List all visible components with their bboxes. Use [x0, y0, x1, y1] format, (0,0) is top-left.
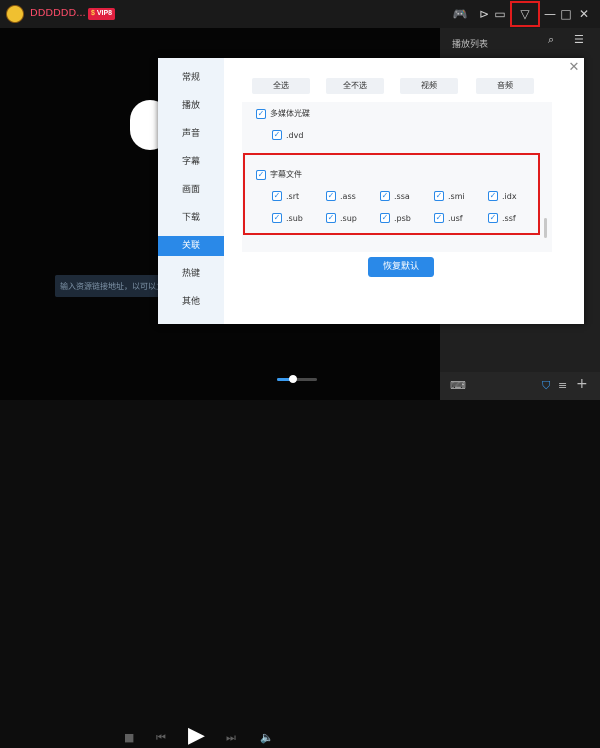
restore-defaults-button[interactable]: 恢复默认 — [368, 257, 434, 277]
sort-icon[interactable]: ≡ — [558, 379, 567, 392]
next-icon[interactable]: ⏭ — [226, 731, 236, 745]
close-icon[interactable]: ✕ — [574, 4, 594, 24]
volume-icon[interactable]: 🔈 — [260, 731, 274, 744]
gamepad-small-icon[interactable]: ⌨ — [450, 379, 466, 392]
sidebar-item-download[interactable]: 下载 — [158, 208, 224, 228]
audio-filter-button[interactable]: 音频 — [476, 78, 534, 94]
previous-icon[interactable]: ⏮ — [156, 731, 166, 745]
sidebar-item-hotkeys[interactable]: 热键 — [158, 264, 224, 284]
sidebar-item-subtitle[interactable]: 字幕 — [158, 152, 224, 172]
sidebar-item-general[interactable]: 常规 — [158, 68, 224, 88]
vip-label: VIP8 — [96, 10, 113, 17]
media-disc-checkbox[interactable]: ✓ — [256, 108, 266, 119]
dropdown-icon[interactable]: ▽ — [515, 4, 535, 24]
list-scrollbar[interactable] — [544, 218, 547, 238]
url-placeholder: 输入资源链接地址，以可以立即 — [60, 282, 172, 291]
volume-knob[interactable] — [289, 375, 297, 383]
group-media-disc[interactable]: ✓ 多媒体光碟 — [256, 108, 310, 119]
dvd-label: .dvd — [286, 130, 304, 140]
select-all-button[interactable]: 全选 — [252, 78, 310, 94]
sidebar-item-picture[interactable]: 画面 — [158, 180, 224, 200]
list-view-icon[interactable]: ☰ — [574, 33, 584, 46]
app-logo — [6, 5, 24, 23]
maximize-icon[interactable]: □ — [556, 4, 576, 24]
select-none-button[interactable]: 全不选 — [326, 78, 384, 94]
search-icon[interactable]: ⌕ — [548, 33, 554, 47]
sidebar-item-playback[interactable]: 播放 — [158, 96, 224, 116]
volume-slider[interactable] — [277, 375, 317, 383]
dialog-close-icon[interactable]: ✕ — [566, 60, 582, 76]
media-disc-label: 多媒体光碟 — [270, 109, 310, 118]
vip-symbol: $ — [91, 10, 95, 17]
shield-icon[interactable]: ⛉ — [542, 379, 550, 393]
dvd-checkbox[interactable]: ✓ — [272, 130, 282, 140]
playlist-toolbar: ⌨ ⛉ ≡ + — [440, 372, 600, 400]
vip-badge[interactable]: $ VIP8 — [88, 8, 116, 20]
sidebar-item-other[interactable]: 其他 — [158, 292, 224, 312]
subtitle-highlight-box — [243, 153, 540, 235]
folder-icon[interactable]: ▭ — [490, 4, 510, 24]
gamepad-icon[interactable]: 🎮 — [450, 4, 470, 24]
player-controls: ■ ⏮ ▶ ⏭ 🔈 — [0, 360, 440, 748]
video-filter-button[interactable]: 视频 — [400, 78, 458, 94]
add-icon[interactable]: + — [576, 376, 588, 392]
ext-item-dvd[interactable]: ✓ .dvd — [272, 130, 303, 140]
title-bar: DDDDDD... $ VIP8 🎮 ⊳ ▭ ▽ — □ ✕ — [0, 0, 600, 28]
sidebar-item-association[interactable]: 关联 — [158, 236, 224, 256]
playlist-title: 播放列表 — [452, 40, 489, 50]
stop-icon[interactable]: ■ — [124, 731, 134, 744]
sidebar-item-audio[interactable]: 声音 — [158, 124, 224, 144]
play-icon[interactable]: ▶ — [188, 723, 205, 748]
app-title[interactable]: DDDDDD... — [30, 8, 86, 19]
settings-sidebar: 常规 播放 声音 字幕 画面 下载 关联 热键 其他 — [158, 58, 224, 324]
